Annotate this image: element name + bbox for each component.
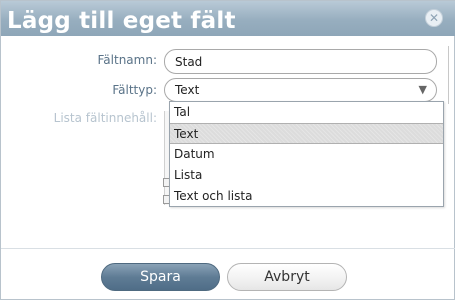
dialog-title: Lägg till eget fält (7, 8, 236, 34)
cancel-button[interactable]: Avbryt (227, 263, 347, 291)
chevron-down-icon: ▼ (418, 83, 427, 96)
field-name-label: Fältnamn: (97, 53, 158, 67)
dropdown-option-text-och-lista[interactable]: Text och lista (170, 186, 443, 207)
field-name-input[interactable] (164, 49, 437, 74)
save-button[interactable]: Spara (101, 263, 220, 291)
dropdown-option-tal[interactable]: Tal (170, 102, 443, 123)
dialog-titlebar[interactable]: Lägg till eget fält ✕ (1, 1, 455, 36)
field-type-dropdown: Tal Text Datum Lista Text och lista (169, 101, 444, 207)
dropdown-option-datum[interactable]: Datum (170, 144, 443, 165)
scrollbar[interactable] (448, 46, 455, 104)
dropdown-option-lista[interactable]: Lista (170, 165, 443, 186)
field-type-select[interactable]: Text ▼ (164, 78, 437, 102)
footer-divider (1, 248, 455, 249)
list-content-label: Lista fältinnehåll: (53, 111, 157, 125)
close-icon[interactable]: ✕ (425, 9, 443, 27)
field-type-label: Fälttyp: (112, 83, 157, 97)
add-custom-field-dialog: Lägg till eget fält ✕ Fältnamn: Fälttyp:… (0, 0, 455, 300)
field-type-selected-value: Text (175, 83, 200, 97)
dropdown-option-text[interactable]: Text (170, 123, 443, 144)
